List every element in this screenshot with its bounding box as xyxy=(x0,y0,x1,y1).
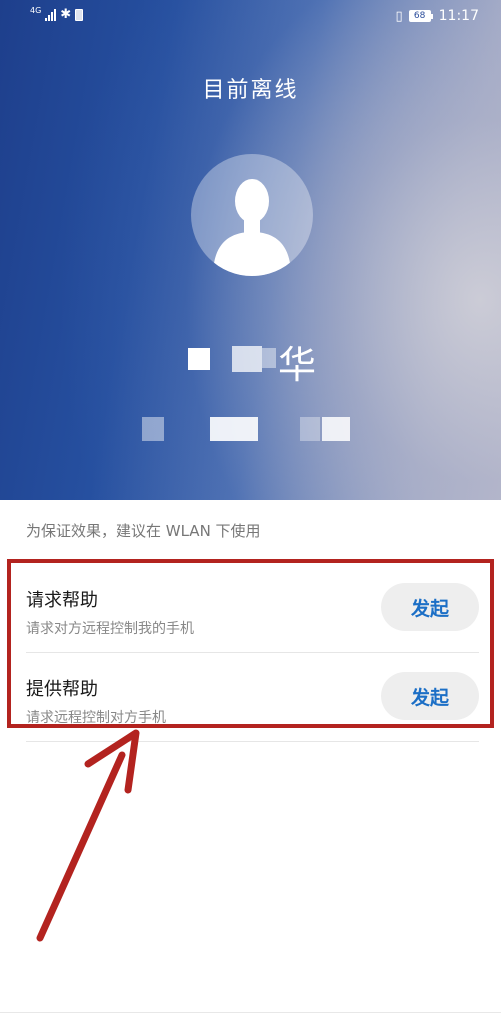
bottom-divider xyxy=(0,1012,501,1013)
annotation-arrow-icon xyxy=(36,729,140,942)
